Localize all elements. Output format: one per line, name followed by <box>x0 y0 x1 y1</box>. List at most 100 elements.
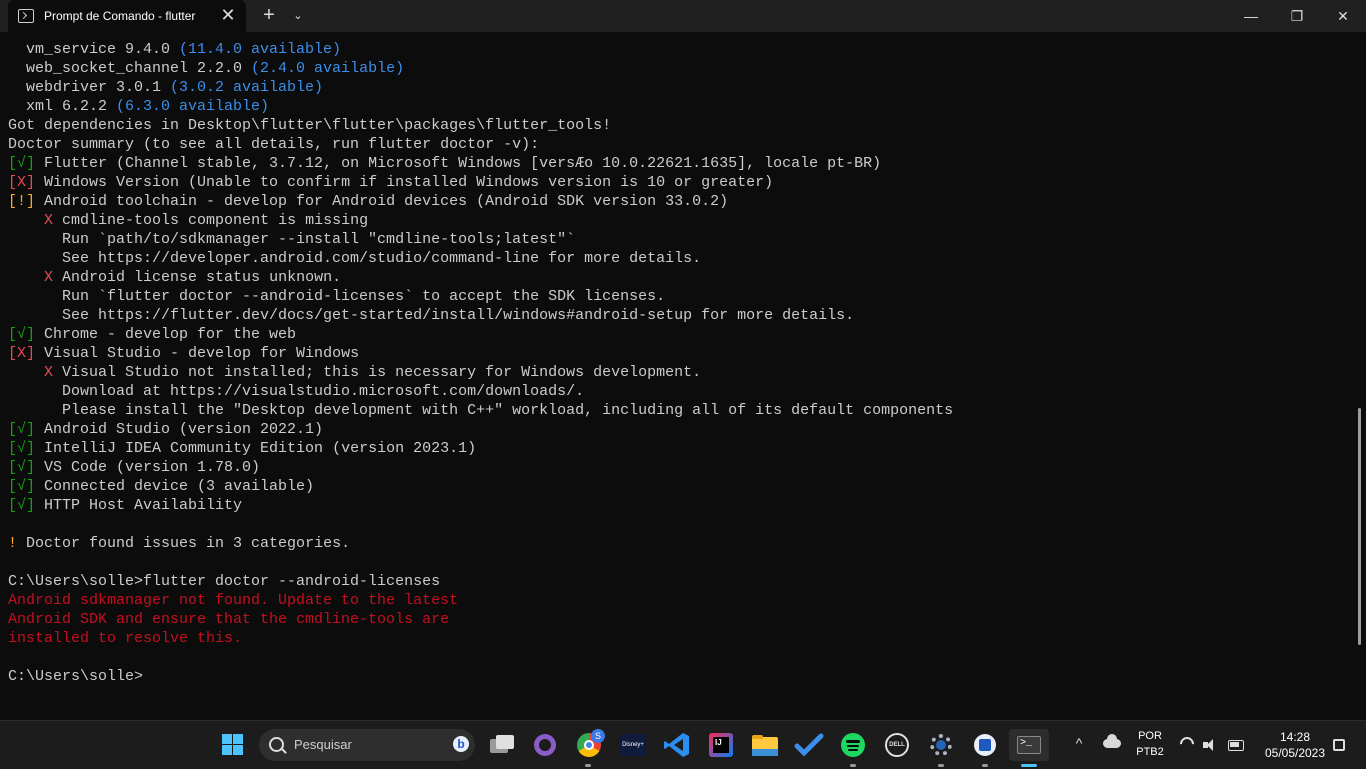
terminal-text-segment: Got dependencies in Desktop\flutter\flut… <box>8 117 612 134</box>
terminal-line: [√] HTTP Host Availability <box>8 496 242 515</box>
terminal-text-segment: [√] <box>8 497 36 514</box>
spotify-icon[interactable] <box>837 729 869 761</box>
settings-icon[interactable] <box>925 729 957 761</box>
close-window-button[interactable]: ✕ <box>1320 0 1366 32</box>
file-explorer-icon[interactable] <box>749 729 781 761</box>
terminal-line: Download at https://visualstudio.microso… <box>8 382 584 401</box>
vscode-icon[interactable] <box>661 729 693 761</box>
terminal-text-segment: Android SDK and ensure that the cmdline-… <box>8 611 450 628</box>
title-bar: Prompt de Comando - flutter ✕ + ⌄ — ❐ ✕ <box>0 0 1366 32</box>
intellij-icon[interactable]: IJ <box>705 729 737 761</box>
terminal-text-segment: [X] <box>8 345 36 362</box>
notification-icon[interactable] <box>1333 739 1345 751</box>
keyboard-layout-indicator[interactable]: PTB2 <box>1132 746 1168 758</box>
windows-start-icon[interactable] <box>217 729 249 761</box>
terminal-text-segment: Download at https://visualstudio.microso… <box>8 383 585 400</box>
terminal-text-segment: IntelliJ IDEA Community Edition (version… <box>35 440 477 457</box>
todo-icon[interactable] <box>793 729 825 761</box>
new-tab-button[interactable]: + <box>258 4 280 26</box>
terminal-line: [√] IntelliJ IDEA Community Edition (ver… <box>8 439 476 458</box>
bing-icon[interactable]: b <box>453 736 469 752</box>
terminal-text-segment: X <box>44 269 54 286</box>
minimize-button[interactable]: — <box>1228 0 1274 32</box>
search-icon <box>269 737 284 752</box>
terminal-text-segment: [X] <box>8 174 36 191</box>
terminal-text-segment: VS Code (version 1.78.0) <box>35 459 261 476</box>
taskbar-search[interactable]: Pesquisar b <box>259 729 475 761</box>
terminal-text-segment: Android toolchain - develop for Android … <box>35 193 729 210</box>
terminal-text-segment: Android Studio (version 2022.1) <box>35 421 324 438</box>
search-placeholder: Pesquisar <box>294 737 352 752</box>
terminal-text-segment: Visual Studio not installed; this is nec… <box>53 364 702 381</box>
terminal-text-segment: (2.4.0 available) <box>251 60 405 77</box>
terminal-text-segment: [√] <box>8 155 36 172</box>
terminal-line: [X] Windows Version (Unable to confirm i… <box>8 173 773 192</box>
onedrive-cloud-icon-top <box>1107 734 1117 744</box>
terminal-line: X Visual Studio not installed; this is n… <box>8 363 701 382</box>
terminal-line: [√] Connected device (3 available) <box>8 477 314 496</box>
terminal-text-segment: See https://developer.android.com/studio… <box>8 250 702 267</box>
terminal-taskbar-icon[interactable]: >_ <box>1009 729 1049 761</box>
terminal-line: Android SDK and ensure that the cmdline-… <box>8 610 449 629</box>
terminal-text-segment: (11.4.0 available) <box>179 41 342 58</box>
battery-icon[interactable] <box>1228 740 1244 751</box>
disney-plus-icon[interactable]: Disney+ <box>617 729 649 761</box>
terminal-line: [!] Android toolchain - develop for Andr… <box>8 192 728 211</box>
word-app-icon[interactable] <box>969 729 1001 761</box>
terminal-scrollbar[interactable] <box>1358 408 1361 645</box>
terminal-text-segment: ! <box>8 535 18 552</box>
dell-icon[interactable]: DELL <box>881 729 913 761</box>
tray-overflow-chevron-icon[interactable]: ^ <box>1070 735 1088 751</box>
terminal-tab[interactable]: Prompt de Comando - flutter ✕ <box>8 0 246 32</box>
chrome-profile-badge: S <box>591 729 605 743</box>
clock-time[interactable]: 14:28 <box>1255 730 1335 744</box>
terminal-text-segment: [√] <box>8 421 36 438</box>
terminal-text-segment: [√] <box>8 440 36 457</box>
tab-title: Prompt de Comando - flutter <box>44 9 196 23</box>
terminal-text-segment: C:\Users\solle> <box>8 668 144 685</box>
terminal-text-segment: cmdline-tools component is missing <box>53 212 369 229</box>
terminal-text-segment: Doctor found issues in 3 categories. <box>17 535 351 552</box>
terminal-line: Run `flutter doctor --android-licenses` … <box>8 287 665 306</box>
task-view-icon[interactable] <box>486 729 518 761</box>
terminal-line: Please install the "Desktop development … <box>8 401 953 420</box>
terminal-text-segment: X <box>44 212 54 229</box>
terminal-text-segment: Android license status unknown. <box>53 269 342 286</box>
terminal-line: See https://flutter.dev/docs/get-started… <box>8 306 854 325</box>
terminal-text-segment: xml 6.2.2 <box>8 98 117 115</box>
terminal-line: webdriver 3.0.1 (3.0.2 available) <box>8 78 323 97</box>
language-indicator[interactable]: POR <box>1132 730 1168 742</box>
volume-icon[interactable] <box>1203 738 1217 752</box>
terminal-text-segment: Connected device (3 available) <box>35 478 315 495</box>
terminal-line: [√] Flutter (Channel stable, 3.7.12, on … <box>8 154 881 173</box>
terminal-line: X Android license status unknown. <box>8 268 341 287</box>
close-tab-button[interactable]: ✕ <box>220 5 236 25</box>
terminal-text-segment: vm_service 9.4.0 <box>8 41 180 58</box>
tab-dropdown-button[interactable]: ⌄ <box>288 6 308 26</box>
wifi-icon[interactable] <box>1177 734 1197 754</box>
terminal-output[interactable]: vm_service 9.4.0 (11.4.0 available) web_… <box>0 32 1356 720</box>
terminal-line: xml 6.2.2 (6.3.0 available) <box>8 97 269 116</box>
terminal-line: Doctor summary (to see all details, run … <box>8 135 539 154</box>
terminal-text-segment: Run `flutter doctor --android-licenses` … <box>8 288 666 305</box>
word-running-indicator <box>982 764 988 767</box>
terminal-line: [X] Visual Studio - develop for Windows <box>8 344 359 363</box>
terminal-text-segment: Chrome - develop for the web <box>35 326 297 343</box>
terminal-text-segment: Flutter (Channel stable, 3.7.12, on Micr… <box>35 155 882 172</box>
terminal-text-segment: [√] <box>8 326 36 343</box>
terminal-text-segment: [√] <box>8 478 36 495</box>
clock-date[interactable]: 05/05/2023 <box>1255 746 1335 760</box>
terminal-line: C:\Users\solle> <box>8 667 143 686</box>
terminal-text-segment: [!] <box>8 193 36 210</box>
terminal-text-segment: See https://flutter.dev/docs/get-started… <box>8 307 855 324</box>
chrome-icon[interactable]: S <box>573 729 605 761</box>
github-icon[interactable] <box>529 729 561 761</box>
terminal-line: C:\Users\solle>flutter doctor --android-… <box>8 572 440 591</box>
terminal-text-segment: (3.0.2 available) <box>170 79 324 96</box>
terminal-text-segment: Windows Version (Unable to confirm if in… <box>35 174 774 191</box>
maximize-button[interactable]: ❐ <box>1274 0 1320 32</box>
terminal-text-segment: HTTP Host Availability <box>35 497 243 514</box>
